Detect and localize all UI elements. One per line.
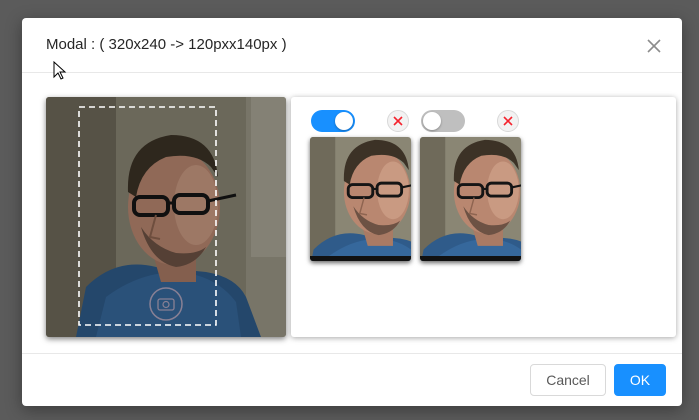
modal-header: Modal : ( 320x240 -> 120pxx140px ) [22,18,682,73]
modal-title: Modal : ( 320x240 -> 120pxx140px ) [46,36,287,53]
thumbnail-image [310,137,411,261]
camera-preview[interactable] [46,97,286,337]
remove-thumbnail-button[interactable] [387,110,409,132]
thumbnail-enable-toggle[interactable] [311,110,355,132]
close-circle-icon [393,116,403,126]
mouse-cursor-icon [53,60,67,86]
remove-thumbnail-button[interactable] [497,110,519,132]
modal-footer: Cancel OK [22,353,682,407]
cancel-button[interactable]: Cancel [530,364,606,396]
thumbnail-image [420,137,521,261]
thumbnail-enable-toggle[interactable] [421,110,465,132]
modal-dialog: Modal : ( 320x240 -> 120pxx140px ) Cance… [22,18,682,406]
toggle-knob [423,112,441,130]
camera-feed-image [46,97,286,337]
toggle-knob [335,112,353,130]
close-icon [647,39,661,53]
close-circle-icon [503,116,513,126]
thumbnails-panel [291,97,676,337]
ok-button[interactable]: OK [614,364,666,396]
close-button[interactable] [642,34,666,58]
